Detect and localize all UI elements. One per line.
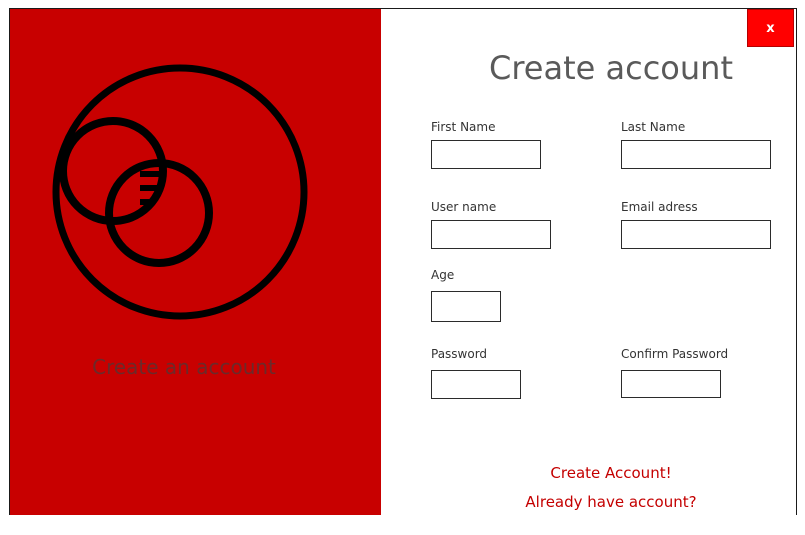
email-label: Email adress bbox=[621, 200, 698, 214]
confirm-password-label: Confirm Password bbox=[621, 347, 729, 361]
user-name-label: User name bbox=[431, 200, 497, 214]
brand-panel: Create an account bbox=[10, 9, 381, 515]
overlapping-circles-logo-icon bbox=[52, 64, 308, 320]
password-input[interactable] bbox=[431, 370, 521, 399]
password-label: Password bbox=[431, 347, 488, 361]
page-title: Create account bbox=[489, 49, 733, 87]
create-account-link[interactable]: Create Account! bbox=[381, 464, 805, 482]
user-name-input[interactable] bbox=[431, 220, 551, 249]
create-account-window: Create an account x Create account First… bbox=[9, 8, 797, 515]
confirm-password-input[interactable] bbox=[621, 370, 721, 398]
close-button[interactable]: x bbox=[747, 9, 794, 47]
email-input[interactable] bbox=[621, 220, 771, 249]
age-label: Age bbox=[431, 268, 455, 282]
first-name-label: First Name bbox=[431, 120, 496, 134]
last-name-label: Last Name bbox=[621, 120, 686, 134]
last-name-input[interactable] bbox=[621, 140, 771, 169]
login-link[interactable]: Already have account? bbox=[381, 493, 805, 511]
first-name-input[interactable] bbox=[431, 140, 541, 169]
panel-caption: Create an account bbox=[92, 355, 276, 379]
age-input[interactable] bbox=[431, 291, 501, 322]
